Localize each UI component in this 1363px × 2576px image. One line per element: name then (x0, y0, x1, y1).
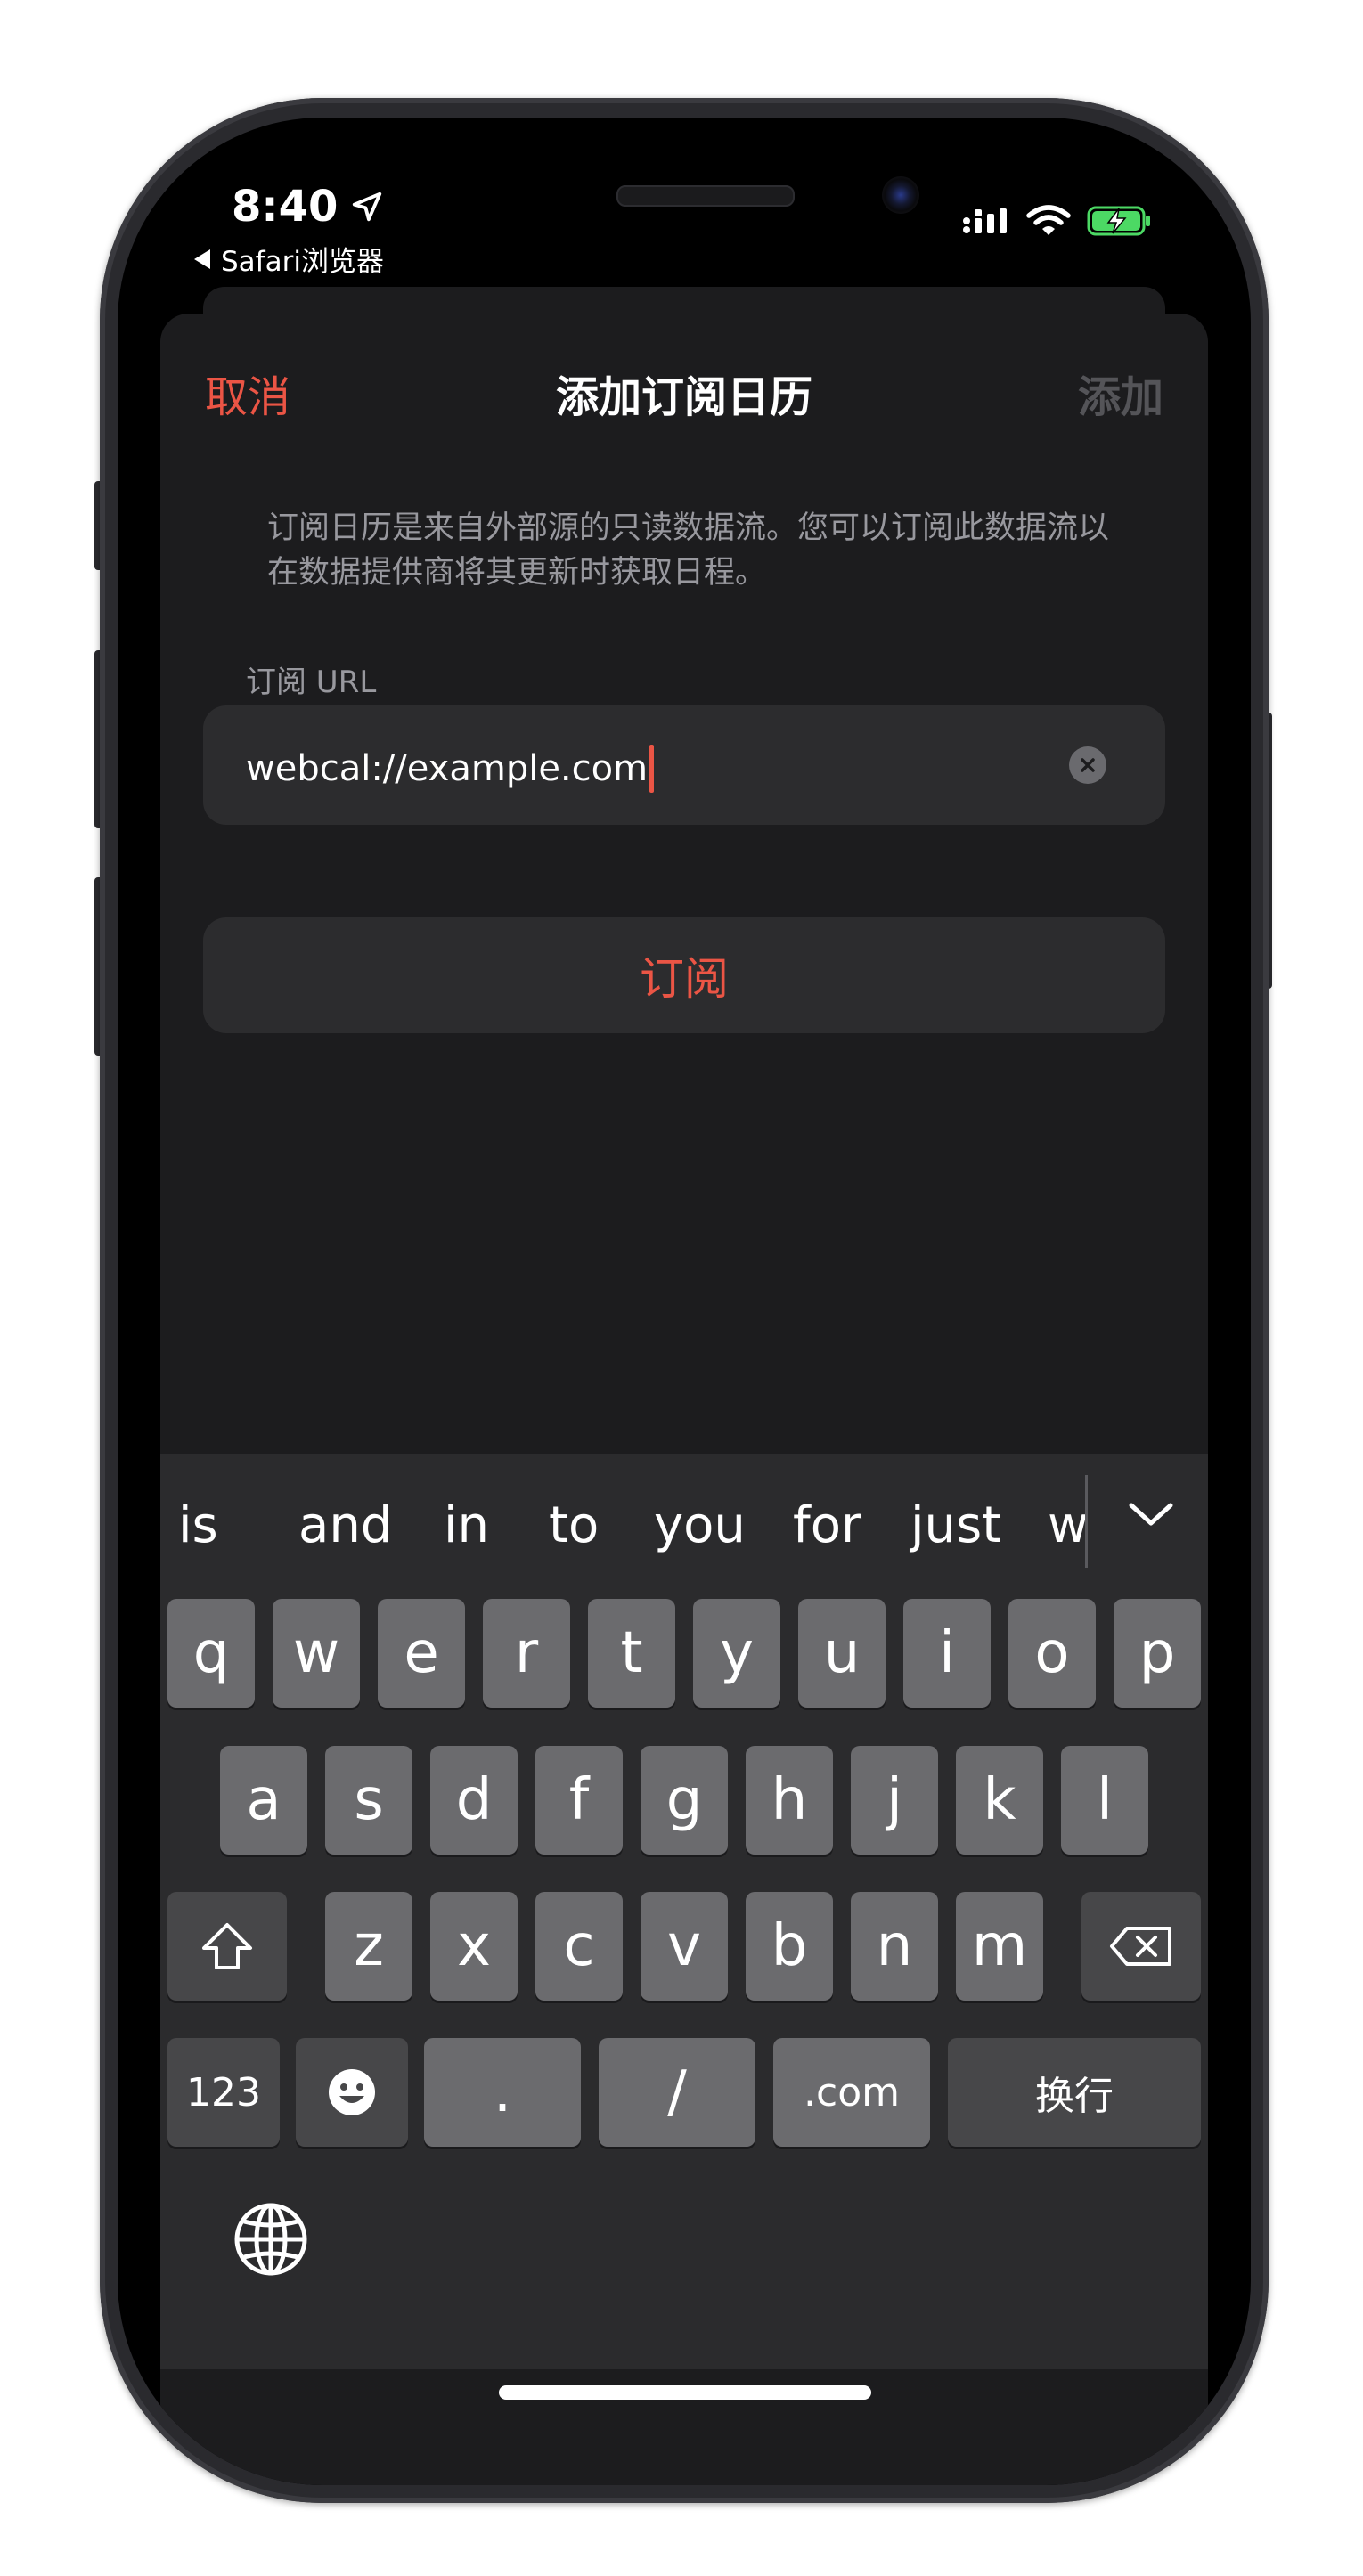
globe-icon (234, 2203, 307, 2276)
key-q[interactable]: q (167, 1599, 255, 1708)
url-field-label: 订阅 URL (246, 664, 377, 700)
key-p[interactable]: p (1114, 1599, 1201, 1708)
chevron-down-icon[interactable] (1124, 1489, 1178, 1543)
key-a[interactable]: a (220, 1746, 307, 1855)
earpiece-speaker (616, 185, 795, 207)
key-g[interactable]: g (641, 1746, 728, 1855)
key-m[interactable]: m (956, 1892, 1043, 2001)
key-t[interactable]: t (588, 1599, 675, 1708)
slash-key[interactable]: / (599, 2038, 755, 2147)
clear-text-button[interactable] (1069, 746, 1106, 784)
backspace-icon (1110, 1927, 1171, 1966)
emoji-key[interactable] (296, 2038, 408, 2147)
keyboard: is and in to you for just w q w e r t y … (160, 1454, 1208, 2369)
key-h[interactable]: h (746, 1746, 833, 1855)
add-button[interactable]: 添加 (1078, 362, 1163, 424)
period-key[interactable]: . (424, 2038, 581, 2147)
key-r[interactable]: r (483, 1599, 570, 1708)
suggestion[interactable]: for (793, 1496, 861, 1554)
key-y[interactable]: y (693, 1599, 780, 1708)
suggestion[interactable]: and (298, 1496, 392, 1554)
phone-screen: 8:40 Safari浏览器 添加订阅日历 取消 添加 订阅日历是来自外部源的只… (118, 118, 1251, 2485)
globe-button[interactable] (232, 2200, 310, 2278)
key-f[interactable]: f (535, 1746, 623, 1855)
status-time: 8:40 (232, 182, 384, 232)
suggestion[interactable]: w (1048, 1496, 1089, 1554)
sheet-title: 添加订阅日历 (555, 372, 812, 422)
suggestion[interactable]: in (444, 1496, 489, 1554)
return-key[interactable]: 换行 (948, 2038, 1201, 2147)
key-n[interactable]: n (851, 1892, 938, 2001)
shift-arrow-icon (202, 1923, 252, 1969)
key-d[interactable]: d (430, 1746, 518, 1855)
url-input-value: webcal://example.com (246, 748, 649, 789)
dotcom-key[interactable]: .com (773, 2038, 930, 2147)
suggestion[interactable]: to (549, 1496, 599, 1554)
text-caret (649, 745, 655, 793)
back-app-label: Safari浏览器 (221, 246, 384, 278)
key-l[interactable]: l (1061, 1746, 1148, 1855)
key-c[interactable]: c (535, 1892, 623, 2001)
location-arrow-icon (353, 192, 382, 222)
wifi-icon (1026, 205, 1071, 235)
back-triangle-icon (194, 249, 210, 269)
suggestion[interactable]: you (654, 1496, 746, 1554)
key-s[interactable]: s (325, 1746, 412, 1855)
back-to-app[interactable]: Safari浏览器 (194, 239, 384, 279)
battery-charging-icon (1087, 206, 1150, 236)
key-b[interactable]: b (746, 1892, 833, 2001)
suggestion-divider (1085, 1475, 1088, 1568)
suggestion-bar: is and in to you for just w (160, 1454, 1208, 1596)
subscription-url-field[interactable]: webcal://example.com (203, 705, 1165, 825)
status-indicators (962, 205, 1153, 237)
key-x[interactable]: x (430, 1892, 518, 2001)
cancel-button[interactable]: 取消 (205, 362, 290, 424)
key-e[interactable]: e (378, 1599, 465, 1708)
delete-key[interactable] (1081, 1892, 1201, 2001)
key-k[interactable]: k (956, 1746, 1043, 1855)
emoji-smiley-icon (329, 2069, 375, 2115)
status-time-label: 8:40 (232, 182, 339, 232)
key-w[interactable]: w (273, 1599, 360, 1708)
suggestion[interactable]: is (178, 1496, 218, 1554)
subscribe-button[interactable]: 订阅 (203, 917, 1165, 1033)
key-j[interactable]: j (851, 1746, 938, 1855)
suggestion[interactable]: just (910, 1496, 1001, 1554)
front-camera (882, 176, 919, 214)
key-z[interactable]: z (325, 1892, 412, 2001)
key-v[interactable]: v (641, 1892, 728, 2001)
key-i[interactable]: i (903, 1599, 991, 1708)
description-text: 订阅日历是来自外部源的只读数据流。您可以订阅此数据流以在数据提供商将其更新时获取… (267, 510, 1110, 591)
cellular-signal-icon (963, 208, 1007, 233)
clear-x-icon (1081, 758, 1095, 772)
numbers-key[interactable]: 123 (167, 2038, 280, 2147)
key-u[interactable]: u (798, 1599, 886, 1708)
home-indicator[interactable] (499, 2385, 871, 2400)
shift-key[interactable] (167, 1892, 287, 2001)
url-input[interactable]: webcal://example.com (246, 745, 655, 793)
key-o[interactable]: o (1008, 1599, 1096, 1708)
